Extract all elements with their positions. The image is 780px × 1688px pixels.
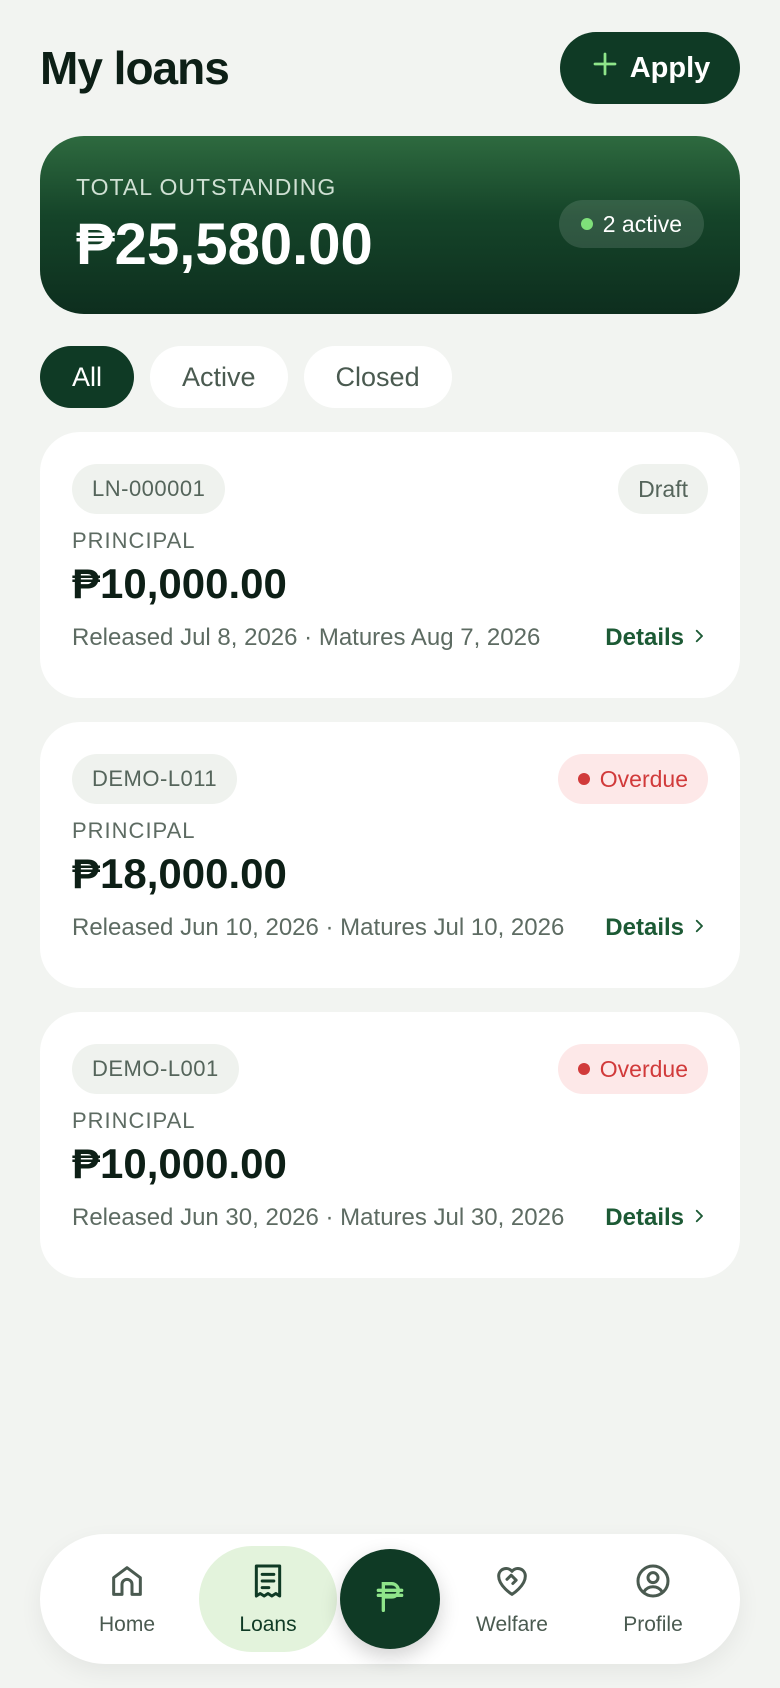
principal-amount: ₱18,000.00 [72, 850, 287, 897]
principal-amount: ₱10,000.00 [72, 560, 287, 607]
chevron-right-icon [690, 914, 708, 942]
details-link[interactable]: Details [605, 914, 708, 942]
details-label: Details [605, 914, 684, 941]
principal-amount: ₱10,000.00 [72, 1140, 287, 1187]
total-outstanding-label: TOTAL OUTSTANDING [76, 174, 337, 200]
loan-list: LN-000001 Draft PRINCIPAL ₱10,000.00 Rel… [40, 432, 740, 1302]
active-dot-icon [580, 218, 593, 230]
center-action-button[interactable] [340, 1549, 440, 1649]
heart-handshake-icon [492, 1561, 532, 1607]
apply-button[interactable]: Apply [560, 32, 740, 104]
details-label: Details [605, 624, 684, 651]
loan-dates-row: Released Jul 8, 2026 · Matures Aug 7, 20… [72, 624, 708, 652]
active-count-badge: 2 active [558, 200, 704, 248]
chevron-right-icon [690, 624, 708, 652]
details-link[interactable]: Details [605, 1204, 708, 1232]
apply-button-label: Apply [629, 51, 711, 84]
status-label: Overdue [599, 1055, 688, 1082]
nav-welfare-label: Welfare [476, 1613, 548, 1636]
nav-welfare[interactable]: Welfare [443, 1546, 581, 1652]
details-link[interactable]: Details [605, 624, 708, 652]
receipt-icon [248, 1561, 288, 1607]
total-outstanding-card: TOTAL OUTSTANDING ₱25,580.00 2 active [40, 136, 740, 314]
home-icon [107, 1561, 147, 1607]
filter-tabs: All Active Closed [40, 346, 452, 408]
tab-all[interactable]: All [40, 346, 135, 408]
tab-active[interactable]: Active [150, 346, 288, 408]
loan-card[interactable]: LN-000001 Draft PRINCIPAL ₱10,000.00 Rel… [40, 432, 740, 698]
nav-home-label: Home [98, 1613, 156, 1636]
principal-label: PRINCIPAL [72, 1108, 196, 1133]
active-count-label: 2 active [602, 210, 682, 237]
status-label: Overdue [599, 765, 688, 792]
header: My loans Apply [40, 32, 740, 104]
bottom-nav: Home Loans Welfare Profile [40, 1534, 740, 1664]
nav-home[interactable]: Home [58, 1546, 196, 1652]
overdue-dot-icon [577, 1063, 590, 1075]
loan-dates: Released Jun 10, 2026 · Matures Jul 10, … [72, 914, 565, 941]
loan-id-badge: DEMO-L011 [72, 754, 238, 804]
loan-dates-row: Released Jun 30, 2026 · Matures Jul 30, … [72, 1204, 708, 1232]
nav-loans[interactable]: Loans [199, 1546, 337, 1652]
status-label: Draft [638, 475, 688, 502]
page-title: My loans [40, 42, 230, 94]
loan-card[interactable]: DEMO-L001 Overdue PRINCIPAL ₱10,000.00 R… [40, 1012, 740, 1278]
overdue-dot-icon [577, 773, 590, 785]
loan-card[interactable]: DEMO-L011 Overdue PRINCIPAL ₱18,000.00 R… [40, 722, 740, 988]
loan-id-badge: LN-000001 [72, 464, 226, 514]
principal-label: PRINCIPAL [72, 528, 196, 553]
loan-id-badge: DEMO-L001 [72, 1044, 239, 1094]
chevron-right-icon [690, 1204, 708, 1232]
loan-dates: Released Jun 30, 2026 · Matures Jul 30, … [72, 1204, 565, 1231]
principal-label: PRINCIPAL [72, 818, 196, 843]
peso-icon [370, 1577, 410, 1622]
status-badge: Overdue [557, 754, 708, 804]
user-circle-icon [633, 1561, 673, 1607]
nav-profile-label: Profile [623, 1613, 683, 1636]
loan-dates: Released Jul 8, 2026 · Matures Aug 7, 20… [72, 624, 541, 651]
nav-loans-label: Loans [239, 1613, 297, 1636]
details-label: Details [605, 1204, 684, 1231]
nav-profile[interactable]: Profile [584, 1546, 722, 1652]
status-badge: Draft [618, 464, 708, 514]
status-badge: Overdue [557, 1044, 708, 1094]
loan-dates-row: Released Jun 10, 2026 · Matures Jul 10, … [72, 914, 708, 942]
tab-closed[interactable]: Closed [303, 346, 452, 408]
plus-icon [590, 49, 620, 87]
